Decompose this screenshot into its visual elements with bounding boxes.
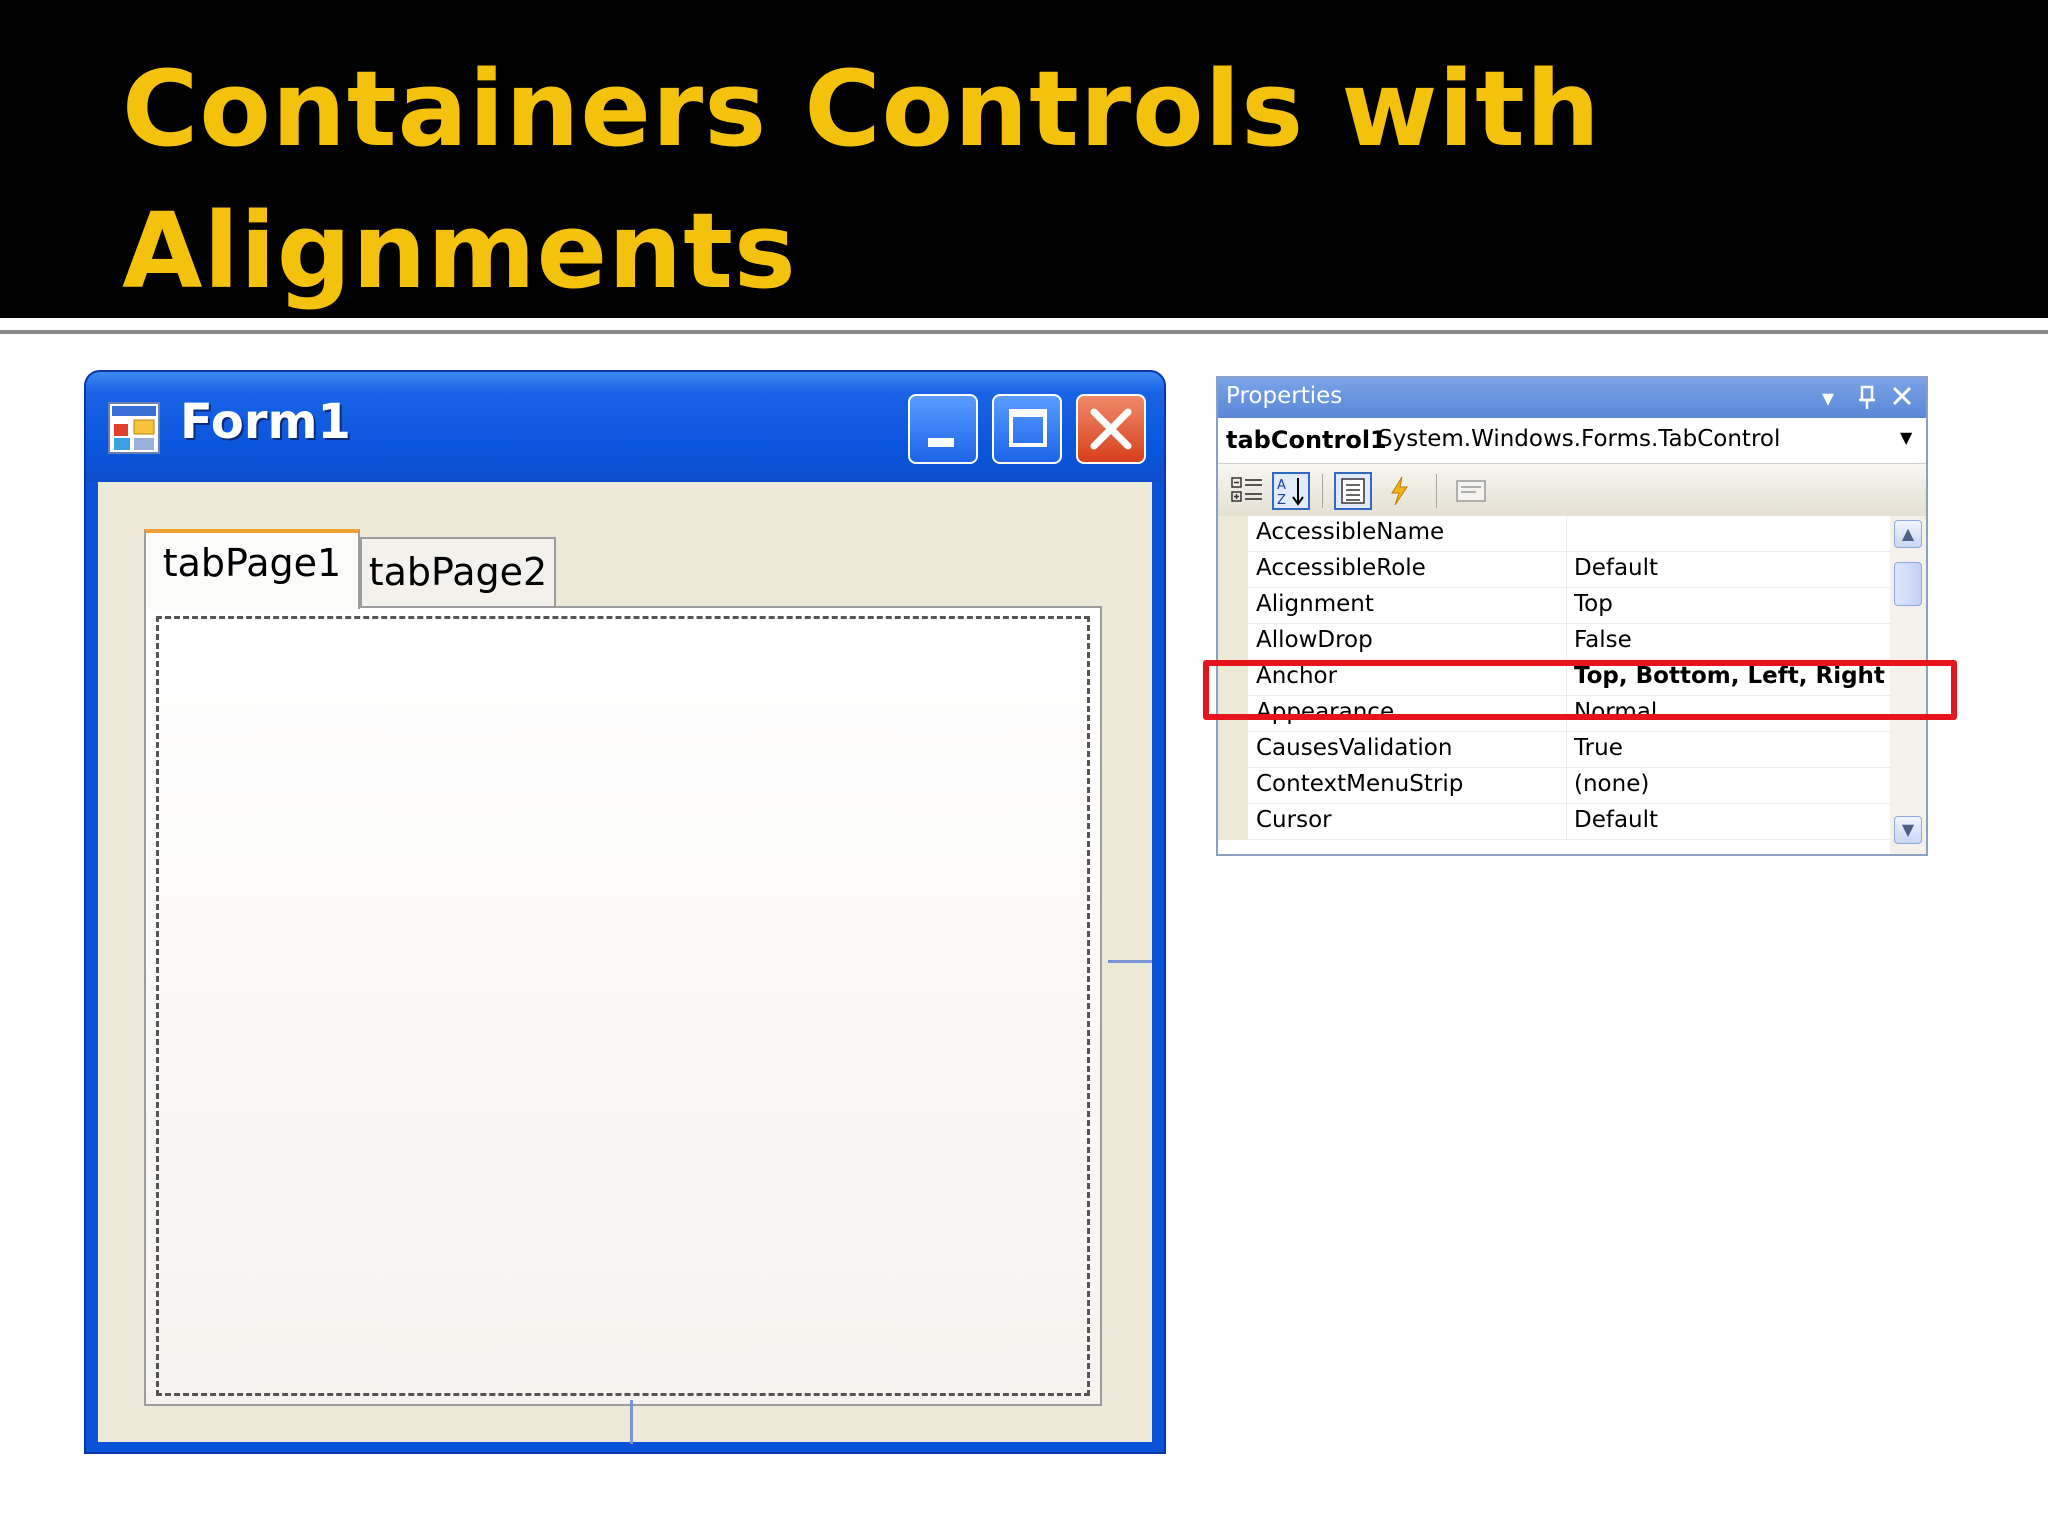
property-value[interactable]: (none) [1574, 771, 1649, 797]
chevron-down-icon[interactable]: ▾ [1822, 384, 1834, 412]
toolbar-separator [1436, 474, 1437, 508]
property-name: AccessibleName [1256, 519, 1445, 545]
property-name: Appearance [1256, 699, 1395, 725]
tab-control-panel[interactable] [144, 606, 1102, 1406]
minimize-button[interactable] [908, 394, 978, 464]
properties-view-button[interactable] [1334, 472, 1372, 510]
lightning-icon [1391, 476, 1408, 506]
slide-title-line-1: Containers Controls with [122, 48, 1601, 170]
minimize-icon [928, 438, 954, 447]
property-row-anchor[interactable]: Anchor Top, Bottom, Left, Right [1218, 660, 1890, 696]
form1-window[interactable]: Form1 tabPage1 tabPage2 [84, 370, 1166, 1454]
property-value[interactable]: False [1574, 627, 1632, 653]
property-name: ContextMenuStrip [1256, 771, 1464, 797]
property-pages-icon [1456, 480, 1486, 502]
properties-toolbar: A Z [1218, 464, 1926, 517]
tab-page2[interactable]: tabPage2 [360, 537, 556, 609]
object-selector[interactable]: tabControl1 System.Windows.Forms.TabCont… [1218, 418, 1926, 464]
pin-icon[interactable] [1856, 384, 1878, 416]
tab-page-selection-border [156, 616, 1090, 1396]
chevron-up-icon: ▲ [1901, 524, 1915, 543]
property-row-accessiblename[interactable]: AccessibleName [1218, 516, 1890, 552]
property-value[interactable]: True [1574, 735, 1623, 761]
form-app-icon [108, 402, 160, 454]
properties-header[interactable]: Properties ▾ [1218, 378, 1926, 418]
toolbar-separator [1322, 474, 1323, 508]
property-row-causesvalidation[interactable]: CausesValidation True [1218, 732, 1890, 768]
form1-title: Form1 [180, 394, 351, 450]
property-row-alignment[interactable]: Alignment Top [1218, 588, 1890, 624]
alphabetical-button[interactable]: A Z [1272, 472, 1310, 510]
slide-title: Containers Controls with Alignments [122, 38, 1622, 322]
property-pages-button[interactable] [1452, 472, 1490, 510]
scroll-thumb[interactable] [1894, 562, 1922, 606]
svg-text:A: A [1277, 478, 1286, 493]
properties-title: Properties [1226, 383, 1343, 409]
chevron-down-icon: ▼ [1901, 820, 1915, 839]
property-row-contextmenustrip[interactable]: ContextMenuStrip (none) [1218, 768, 1890, 804]
properties-panel[interactable]: Properties ▾ tabControl1 System.Windows.… [1216, 376, 1928, 856]
tab-page1[interactable]: tabPage1 [144, 529, 360, 609]
close-icon [1090, 408, 1132, 450]
close-button[interactable] [1076, 394, 1146, 464]
property-row-allowdrop[interactable]: AllowDrop False [1218, 624, 1890, 660]
property-row-appearance[interactable]: Appearance Normal [1218, 696, 1890, 732]
property-grid[interactable]: AccessibleName AccessibleRole Default Al… [1218, 516, 1890, 854]
chevron-down-icon[interactable]: ▼ [1900, 428, 1912, 447]
properties-list-icon [1341, 478, 1365, 504]
form1-client-area: tabPage1 tabPage2 [98, 482, 1152, 1444]
property-name: Alignment [1256, 591, 1374, 617]
events-button[interactable] [1380, 472, 1418, 510]
property-name: CausesValidation [1256, 735, 1453, 761]
property-name: AccessibleRole [1256, 555, 1426, 581]
vertical-scrollbar[interactable]: ▲ ▼ [1890, 516, 1926, 854]
property-value[interactable]: Top, Bottom, Left, Right [1574, 663, 1885, 689]
property-value[interactable]: Default [1574, 555, 1658, 581]
object-type: System.Windows.Forms.TabControl [1378, 426, 1781, 452]
property-value[interactable]: Normal [1574, 699, 1657, 725]
form1-titlebar[interactable]: Form1 [86, 372, 1164, 482]
property-name: Anchor [1256, 663, 1338, 689]
object-name: tabControl1 [1226, 426, 1387, 454]
anchor-guide-bottom [630, 1400, 633, 1444]
scroll-down-button[interactable]: ▼ [1894, 816, 1922, 844]
slide-title-line-2: Alignments [122, 190, 797, 312]
property-value[interactable]: Top [1574, 591, 1613, 617]
property-name: AllowDrop [1256, 627, 1373, 653]
sort-az-icon: A Z [1277, 478, 1304, 508]
maximize-icon [1009, 409, 1047, 447]
categorized-button[interactable] [1228, 472, 1266, 510]
svg-text:Z: Z [1277, 493, 1286, 508]
title-band: Containers Controls with Alignments [0, 0, 2048, 318]
title-divider [0, 330, 2048, 334]
property-row-cursor[interactable]: Cursor Default [1218, 804, 1890, 840]
close-icon[interactable] [1890, 384, 1914, 414]
scroll-up-button[interactable]: ▲ [1894, 520, 1922, 548]
maximize-button[interactable] [992, 394, 1062, 464]
property-value[interactable]: Default [1574, 807, 1658, 833]
property-row-accessiblerole[interactable]: AccessibleRole Default [1218, 552, 1890, 588]
property-name: Cursor [1256, 807, 1332, 833]
categorized-icon [1231, 477, 1262, 502]
anchor-guide-right [1108, 960, 1152, 963]
